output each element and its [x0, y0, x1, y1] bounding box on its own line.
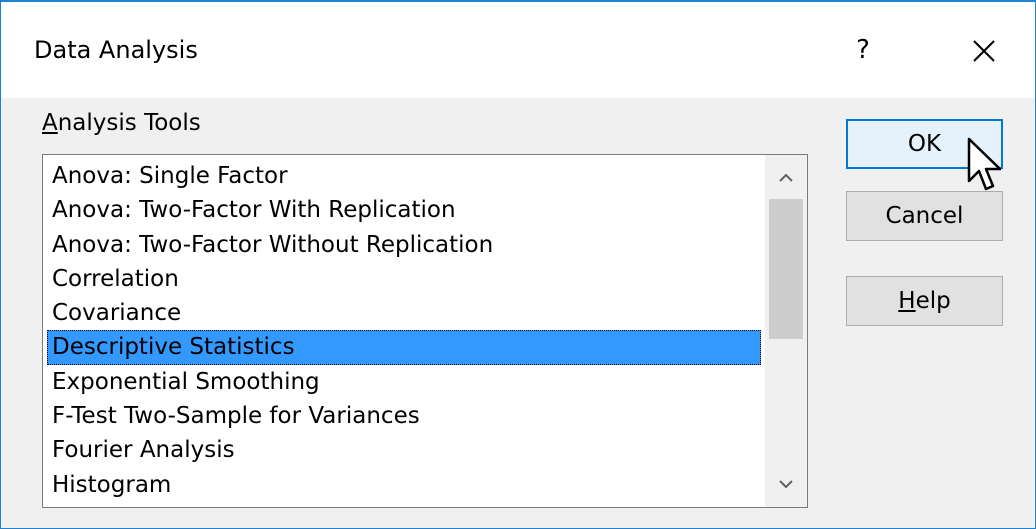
data-analysis-dialog: Data Analysis ? Analysis Tools Anova: Si…	[0, 0, 1036, 529]
list-item[interactable]: Covariance	[43, 296, 765, 330]
analysis-tools-listbox[interactable]: Anova: Single Factor Anova: Two-Factor Wi…	[42, 154, 808, 508]
close-icon	[973, 40, 995, 62]
cancel-button[interactable]: Cancel	[846, 191, 1003, 241]
close-button[interactable]	[963, 30, 1005, 72]
analysis-tools-label-text: nalysis Tools	[57, 110, 201, 136]
analysis-tools-mnemonic: A	[42, 110, 58, 136]
list-item[interactable]: Correlation	[43, 262, 765, 296]
analysis-tools-label: Analysis Tools	[42, 108, 201, 138]
help-button-label: elp	[915, 288, 951, 314]
scroll-down-button[interactable]	[765, 463, 807, 505]
list-item[interactable]: Fourier Analysis	[43, 433, 765, 467]
list-item-selected[interactable]: Descriptive Statistics	[47, 330, 761, 365]
scroll-up-button[interactable]	[765, 157, 807, 199]
chevron-up-icon	[779, 173, 793, 182]
ok-button[interactable]: OK	[846, 119, 1003, 169]
list-item[interactable]: Anova: Two-Factor With Replication	[43, 193, 765, 227]
help-button[interactable]: Help	[846, 276, 1003, 326]
dialog-title: Data Analysis	[34, 36, 198, 64]
list-item[interactable]: Anova: Two-Factor Without Replication	[43, 228, 765, 262]
help-question-button[interactable]: ?	[843, 30, 883, 70]
list-item[interactable]: Histogram	[43, 468, 765, 502]
help-mnemonic: H	[898, 288, 916, 314]
list-item[interactable]: Exponential Smoothing	[43, 365, 765, 399]
list-item[interactable]: F-Test Two-Sample for Variances	[43, 399, 765, 433]
chevron-down-icon	[779, 480, 793, 489]
list-item[interactable]: Anova: Single Factor	[43, 159, 765, 193]
title-bar: Data Analysis ?	[1, 2, 1035, 98]
scroll-thumb[interactable]	[769, 199, 803, 339]
vertical-scrollbar[interactable]	[765, 155, 807, 507]
analysis-tools-list: Anova: Single Factor Anova: Two-Factor Wi…	[43, 159, 765, 502]
